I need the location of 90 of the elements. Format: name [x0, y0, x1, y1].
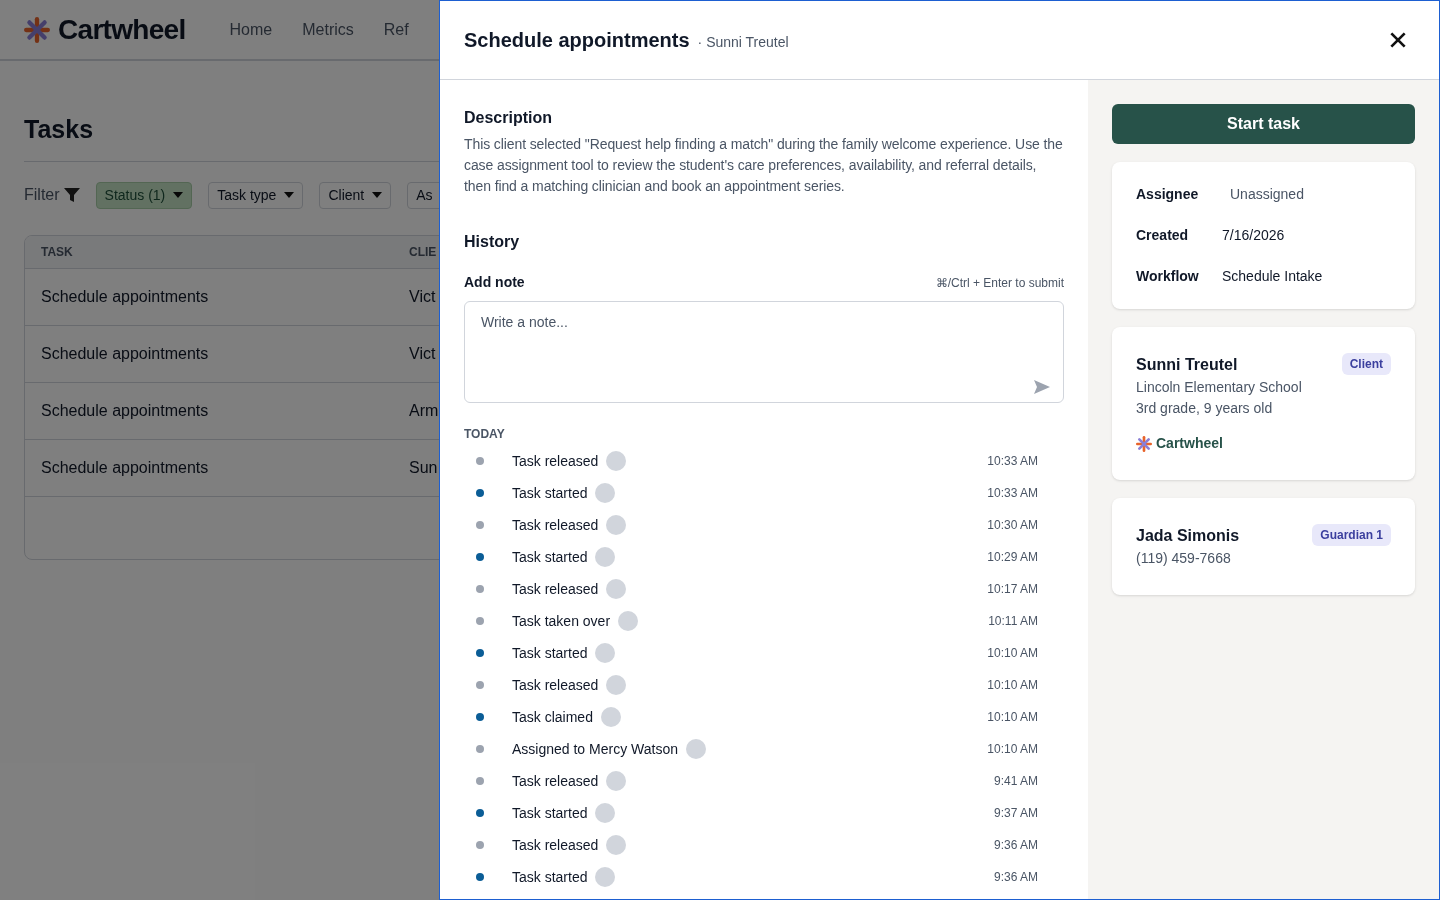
avatar [606, 771, 627, 791]
avatar [595, 803, 616, 823]
logo-icon [1136, 435, 1152, 452]
table-cell-text: Schedule appointments [40, 286, 210, 307]
filter-label: Filter [24, 185, 60, 205]
detail-label: Assignee [1136, 185, 1200, 204]
event-time: 10:11 AM [988, 613, 1038, 630]
logo-icon [24, 16, 50, 43]
hint-text: ⌘/Ctrl + Enter to submit [935, 274, 1064, 292]
event-time: 9:36 AM [993, 837, 1038, 854]
avatar [595, 867, 616, 887]
person-name: Sunni Treutel [1136, 355, 1238, 375]
avatar [606, 451, 627, 471]
detail-value: 7/16/2026 [1222, 226, 1285, 245]
history-event: Assigned to Mercy Watson [512, 739, 678, 759]
avatar [686, 739, 706, 759]
person-detail: 3rd grade, 9 years old [1136, 399, 1274, 418]
person-detail: (119) 459-7668 [1136, 549, 1232, 568]
start-task-button[interactable]: Start task [1112, 104, 1415, 144]
detail-value: Schedule Intake [1222, 267, 1323, 286]
person-name: Jada Simonis [1136, 526, 1240, 546]
filter-icon [63, 187, 80, 203]
field-label: Add note [464, 273, 525, 292]
day-label: TODAY [464, 426, 506, 443]
avatar [600, 707, 621, 727]
avatar [606, 515, 627, 535]
detail-label: Workflow [1136, 267, 1200, 286]
avatar [618, 611, 639, 631]
avatar [606, 579, 627, 599]
nav-link[interactable]: Metrics [302, 17, 354, 42]
table-cell-text: Schedule appointments [40, 400, 210, 421]
event-time: 10:10 AM [987, 709, 1038, 726]
close-button[interactable] [1390, 32, 1406, 48]
history-event: Task taken over [512, 611, 611, 631]
history-event: Task released [512, 579, 599, 599]
event-time: 10:17 AM [987, 581, 1038, 598]
history-event: Task started [512, 867, 588, 887]
column-header: TASK [40, 243, 74, 261]
column-header: CLIE [409, 243, 437, 261]
table-cell-text: Arm [409, 400, 439, 421]
event-time: 10:29 AM [987, 549, 1038, 566]
event-time: 9:37 AM [993, 805, 1038, 822]
person-detail: Lincoln Elementary School [1136, 378, 1303, 397]
detail-value: Unassigned [1230, 185, 1304, 204]
section-heading: Description [464, 108, 553, 128]
event-time: 9:36 AM [993, 869, 1038, 886]
caret-icon [372, 192, 383, 198]
caret-icon [284, 192, 295, 198]
history-event: Task released [512, 835, 599, 855]
event-time: 10:10 AM [987, 677, 1038, 694]
caret-icon [173, 192, 184, 198]
history-event: Task started [512, 803, 588, 823]
event-time: 9:41 AM [993, 773, 1038, 790]
nav-link[interactable]: Home [229, 17, 273, 42]
note-field[interactable]: Write a note... [464, 301, 1064, 403]
nav-link[interactable]: Ref [383, 17, 409, 42]
event-time: 10:10 AM [987, 645, 1038, 662]
history-event: Task released [512, 451, 599, 471]
avatar [606, 835, 627, 855]
organization-name: Cartwheel [1156, 434, 1223, 453]
logo-text: Cartwheel [58, 12, 186, 47]
history-event: Task started [512, 643, 588, 663]
avatar [595, 483, 616, 503]
table-cell-text: Schedule appointments [40, 457, 210, 478]
drawer-subtitle: · Sunni Treutel [697, 32, 789, 52]
section-heading: History [464, 232, 521, 252]
role-badge: Guardian 1 [1312, 524, 1391, 546]
table-cell-text: Schedule appointments [40, 343, 210, 364]
drawer-title: Schedule appointments [464, 28, 690, 53]
history-event: Task claimed [512, 707, 593, 727]
table-cell-text: Vict [409, 343, 436, 364]
avatar [606, 675, 627, 695]
filter-dropdown[interactable]: Status (1) [95, 181, 193, 209]
history-event: Task released [512, 771, 599, 791]
history-event: Task started [512, 547, 588, 567]
role-badge: Client [1341, 353, 1391, 375]
filter-dropdown[interactable]: Client [319, 181, 392, 209]
history-event: Task released [512, 675, 599, 695]
table-cell-text: Vict [409, 286, 436, 307]
event-time: 10:33 AM [987, 453, 1038, 470]
table-cell-text: Sun [409, 457, 438, 478]
event-time: 10:30 AM [987, 517, 1038, 534]
avatar [595, 547, 616, 567]
avatar [595, 643, 616, 663]
event-time: 10:33 AM [987, 485, 1038, 502]
history-event: Task started [512, 483, 588, 503]
detail-label: Created [1136, 226, 1190, 245]
event-time: 10:10 AM [987, 741, 1038, 758]
filter-dropdown[interactable]: Task type [208, 181, 304, 209]
history-event: Task released [512, 515, 599, 535]
